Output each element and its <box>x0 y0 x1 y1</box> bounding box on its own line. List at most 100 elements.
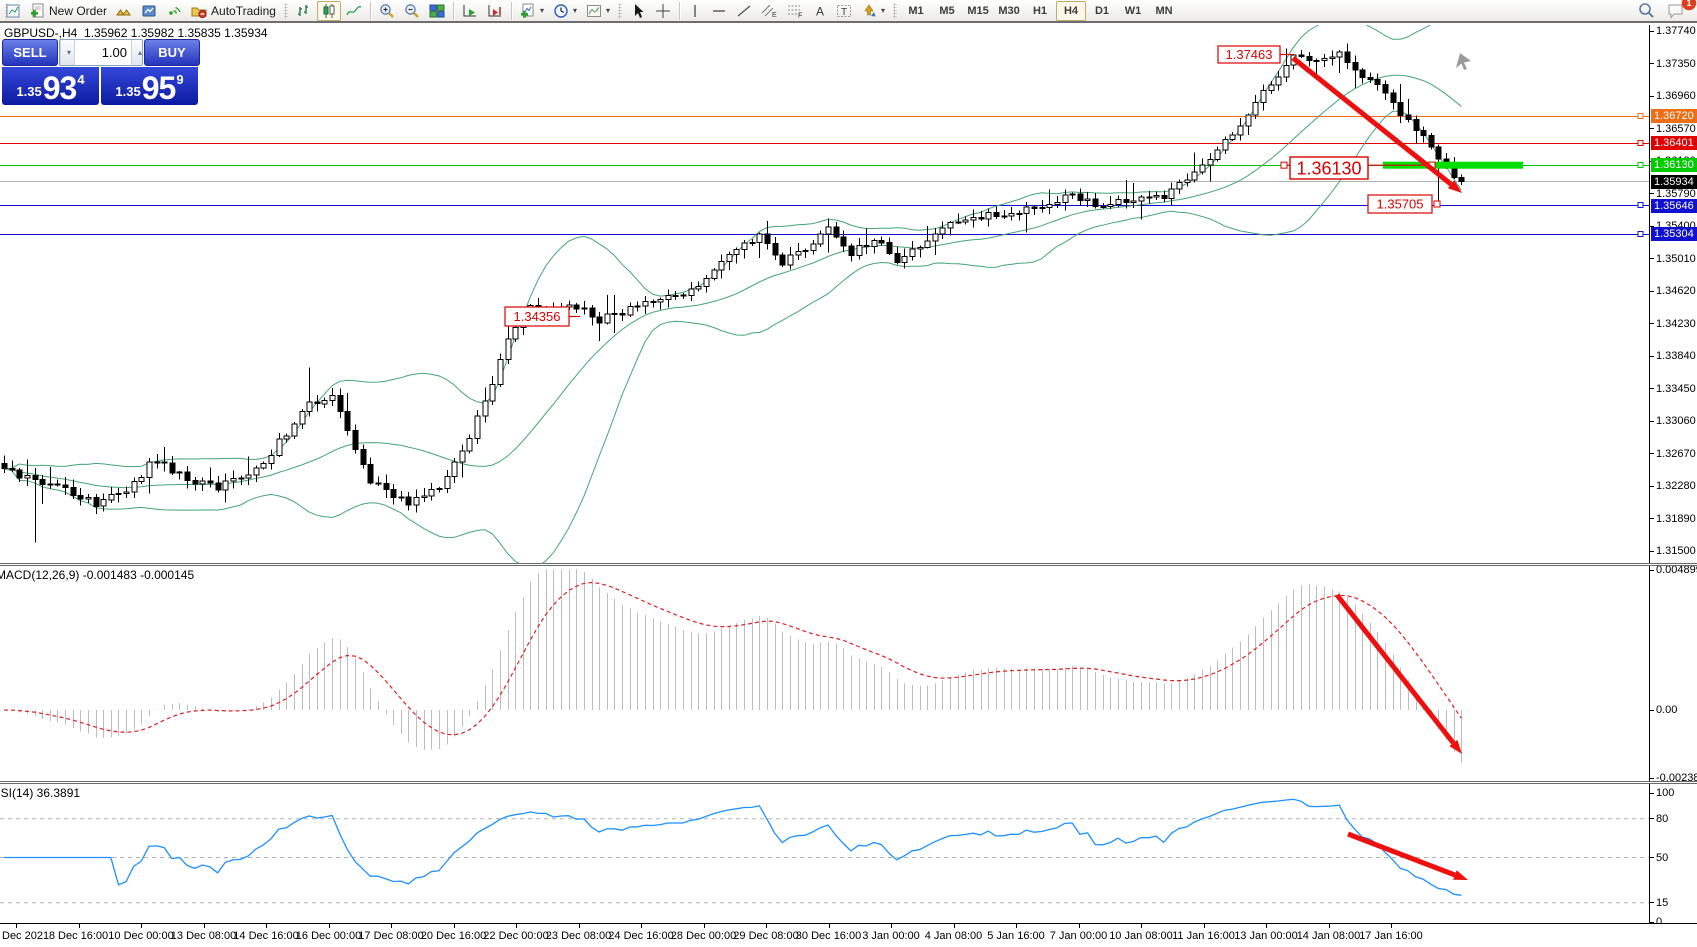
templates-button[interactable]: ▾ <box>582 1 614 21</box>
timeframe-m5[interactable]: M5 <box>932 1 962 21</box>
time-label: 29 Dec 08:00 <box>733 930 798 942</box>
timeframe-h1[interactable]: H1 <box>1025 1 1055 21</box>
gold-button[interactable] <box>112 1 136 21</box>
time-tick <box>141 924 142 928</box>
timeframe-m30[interactable]: M30 <box>994 1 1024 21</box>
crosshair-tool-button[interactable] <box>651 1 675 21</box>
text-tool-button[interactable]: A <box>809 1 831 21</box>
macd-chart[interactable] <box>0 566 1650 781</box>
price-tick: 1.36570 <box>1650 122 1696 136</box>
new-order-button[interactable]: New Order <box>26 1 111 21</box>
candlestick-chart[interactable]: 1.374631.361301.357051.34356 <box>0 25 1650 563</box>
price-tick: 15 <box>1650 896 1668 910</box>
time-tick <box>1391 924 1392 928</box>
time-tick <box>891 924 892 928</box>
time-label: 3 Jan 00:00 <box>862 930 920 942</box>
main-chart-pane[interactable]: 1.374631.361301.357051.34356 GBPUSD-,H4 … <box>0 25 1650 563</box>
vertical-line-icon <box>688 3 702 19</box>
timeframe-m15[interactable]: M15 <box>963 1 993 21</box>
dropdown-caret-icon: ▾ <box>540 6 544 15</box>
toolbar-grip[interactable] <box>618 3 622 19</box>
pane-splitter[interactable] <box>0 781 1697 784</box>
time-tick <box>1329 924 1330 928</box>
price-tick: 1.33450 <box>1650 382 1696 396</box>
tile-windows-icon <box>429 3 445 19</box>
time-tick <box>266 924 267 928</box>
time-tick <box>391 924 392 928</box>
time-label: Dec 2021 <box>2 930 49 942</box>
time-label: 14 Jan 08:00 <box>1297 930 1361 942</box>
equidistant-channel-tool-button[interactable]: E <box>757 1 782 21</box>
volume-decrease-button[interactable]: ▾ <box>60 40 75 65</box>
price-annotation-label: 1.36130 <box>1296 158 1361 178</box>
bar-chart-icon <box>296 3 312 19</box>
toolbar-grip[interactable] <box>284 3 288 19</box>
dropdown-caret-icon: ▾ <box>881 6 885 15</box>
zoom-out-icon <box>404 3 420 19</box>
sell-price-display[interactable]: 1.35 93 4 <box>2 67 99 105</box>
line-chart-type-button[interactable] <box>342 1 366 21</box>
sell-button[interactable]: SELL <box>2 39 58 66</box>
horizontal-line-icon <box>711 3 727 19</box>
sell-price-pip: 4 <box>77 72 84 87</box>
publish-chart-button[interactable] <box>137 1 161 21</box>
time-label: 13 Jan 00:00 <box>1234 930 1298 942</box>
trendline-tool-button[interactable] <box>732 1 756 21</box>
search-button[interactable] <box>1634 1 1659 21</box>
price-tick: 1.37740 <box>1650 24 1696 38</box>
rsi-chart[interactable] <box>0 784 1650 923</box>
tile-windows-button[interactable] <box>425 1 449 21</box>
fibonacci-tool-button[interactable]: F <box>783 1 808 21</box>
time-tick <box>766 924 767 928</box>
signal-button[interactable] <box>162 1 186 21</box>
zoom-in-button[interactable] <box>375 1 399 21</box>
time-tick <box>1204 924 1205 928</box>
time-axis[interactable]: Dec 20218 Dec 16:0010 Dec 00:0013 Dec 08… <box>0 923 1697 947</box>
text-label-tool-button[interactable]: T <box>832 1 856 21</box>
vertical-line-tool-button[interactable] <box>684 1 706 21</box>
time-label: 8 Dec 16:00 <box>49 930 108 942</box>
toolbar-grip[interactable] <box>893 3 897 19</box>
timeframe-d1[interactable]: D1 <box>1087 1 1117 21</box>
chart-shift-button[interactable] <box>483 1 507 21</box>
volume-increase-button[interactable]: ▴ <box>131 40 143 65</box>
bar-chart-type-button[interactable] <box>292 1 316 21</box>
price-axis[interactable]: 1.377401.373501.369601.365701.361801.357… <box>1649 25 1696 923</box>
buy-price-display[interactable]: 1.35 95 9 <box>101 67 198 105</box>
time-label: 5 Jan 16:00 <box>987 930 1045 942</box>
new-chart-button[interactable]: ▾ <box>516 1 548 21</box>
notification-count-badge: 1 <box>1682 0 1696 10</box>
macd-pane[interactable]: MACD(12,26,9) -0.001483 -0.000145 <box>0 566 1650 781</box>
svg-text:E: E <box>772 12 777 19</box>
candlestick-chart-type-button[interactable] <box>317 1 341 21</box>
pane-splitter[interactable] <box>0 563 1697 566</box>
buy-button[interactable]: BUY <box>144 39 200 66</box>
time-label: 13 Dec 08:00 <box>171 930 236 942</box>
new-chart-icon <box>520 3 536 19</box>
zoom-out-button[interactable] <box>400 1 424 21</box>
signal-icon <box>166 3 182 19</box>
rsi-pane[interactable]: RSI(14) 36.3891 <box>0 784 1650 923</box>
time-label: 7 Jan 00:00 <box>1050 930 1108 942</box>
auto-scroll-button[interactable] <box>458 1 482 21</box>
arrows-tool-button[interactable]: ▾ <box>857 1 889 21</box>
cursor-tool-button[interactable] <box>626 1 650 21</box>
time-tick <box>641 924 642 928</box>
periods-button[interactable]: ▾ <box>549 1 581 21</box>
one-click-trading-panel: SELL ▾ ▴ BUY 1.35 93 4 1.35 95 9 <box>2 39 200 105</box>
chart-icon <box>5 3 21 19</box>
timeframe-mn[interactable]: MN <box>1149 1 1179 21</box>
buy-price-main: 95 <box>142 73 176 103</box>
timeframe-h4[interactable]: H4 <box>1056 1 1086 21</box>
chart-symbol-period: GBPUSD-,H4 <box>4 26 77 40</box>
volume-input[interactable] <box>75 40 131 65</box>
timeframe-w1[interactable]: W1 <box>1118 1 1148 21</box>
chart-window-icon[interactable] <box>1 1 25 21</box>
new-order-label: New Order <box>49 4 107 18</box>
autotrading-button[interactable]: AutoTrading <box>187 1 280 21</box>
arrows-icon <box>861 3 877 19</box>
price-tick: 1.34230 <box>1650 317 1696 331</box>
buy-price-prefix: 1.35 <box>115 84 140 99</box>
horizontal-line-tool-button[interactable] <box>707 1 731 21</box>
timeframe-m1[interactable]: M1 <box>901 1 931 21</box>
